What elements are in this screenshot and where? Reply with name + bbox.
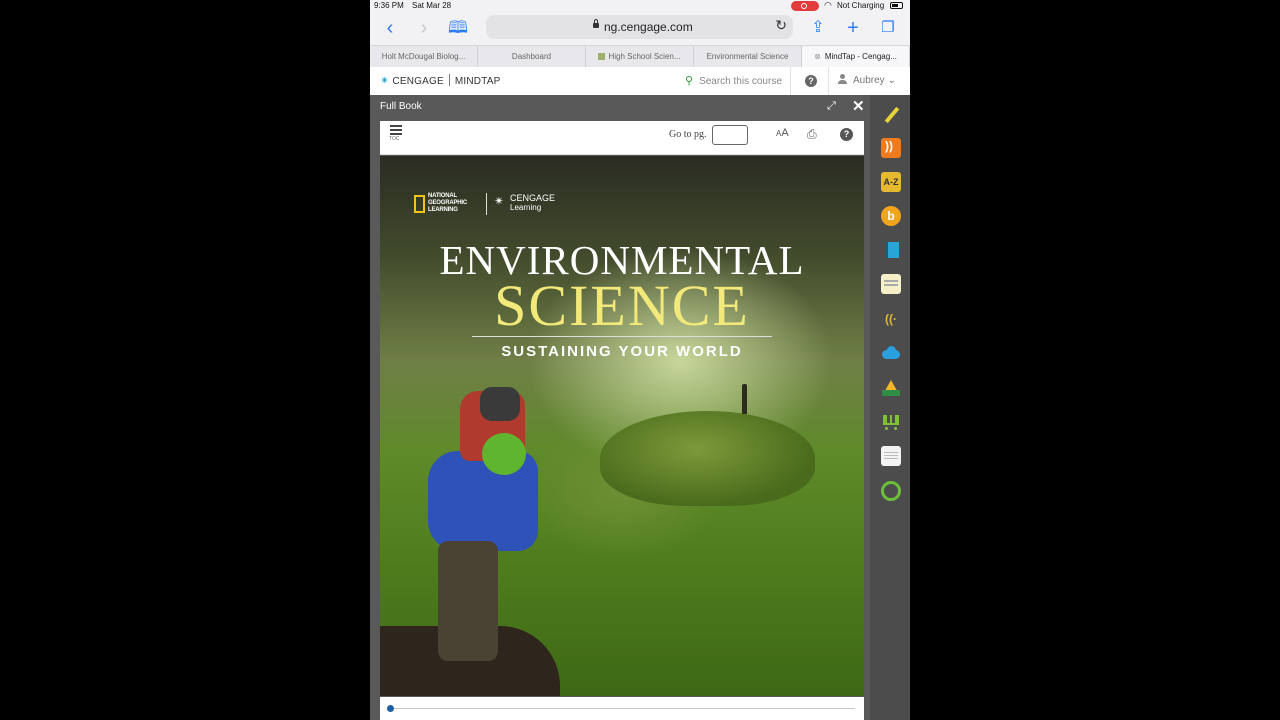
browser-toolbar: ‹ › 🕮 ng.cengage.com ↻ ⇪ + ❐ [370, 13, 910, 43]
cart-icon[interactable] [881, 412, 901, 432]
page-slider-track[interactable] [390, 708, 855, 709]
bookshare-b-icon[interactable]: b [881, 206, 901, 226]
collapse-icon[interactable]: ⤢ [827, 100, 836, 113]
app-dock: A-Z b ((· [870, 95, 910, 720]
cover-rock [600, 411, 815, 506]
wifi-icon: ◠ [824, 0, 832, 10]
search-icon: ⚲ [685, 75, 694, 87]
share-button[interactable]: ⇪ [806, 16, 830, 40]
toc-button[interactable]: TOC [389, 125, 405, 142]
publisher-cengage: CENGAGE Learning [510, 193, 556, 212]
browser-tabs: Holt McDougal Biolog... Dashboard High S… [370, 45, 910, 67]
mindtap-header: ✴ CENGAGE MINDTAP ⚲ Search this course ? Au… [370, 67, 910, 96]
google-drive-icon[interactable] [881, 378, 901, 398]
highlighter-pencil-icon[interactable] [881, 105, 901, 125]
tab-label: Dashboard [511, 52, 552, 61]
print-icon[interactable]: ⎙ [807, 127, 817, 142]
charging-status: Not Charging [837, 1, 885, 10]
chevron-right-icon: › [420, 17, 428, 39]
ebook-icon[interactable] [881, 240, 901, 260]
goto-page-input[interactable] [712, 125, 748, 145]
help-button[interactable]: ? [805, 75, 817, 87]
user-menu[interactable]: Aubrey ⌄ [838, 74, 896, 86]
tab-label: Environmental Science [706, 52, 789, 61]
user-name: Aubrey [853, 75, 885, 86]
book-cover-page: NATIONAL GEOGRAPHIC LEARNING ✴ CENGAGE L… [380, 156, 864, 696]
back-button[interactable]: ‹ [378, 16, 402, 40]
reader-title: Full Book [380, 101, 422, 112]
font-size-label: A [781, 127, 789, 139]
cengage-logo-icon: ✴ [494, 194, 505, 208]
cover-subtitle: SUSTAINING YOUR WORLD [501, 343, 743, 360]
close-tab-icon[interactable]: ⊗ [814, 52, 821, 61]
battery-icon [890, 2, 903, 9]
goto-page-label: Go to pg. [669, 129, 707, 140]
national-geographic-logo-icon [414, 195, 425, 213]
page-slider[interactable] [380, 697, 864, 720]
cover-hiker [420, 387, 540, 671]
cover-title-line2: SCIENCE [494, 273, 750, 338]
screen-recording-icon [791, 1, 819, 11]
tab-mindtap[interactable]: ⊗ MindTap - Cengag... [802, 46, 910, 67]
course-search[interactable]: ⚲ Search this course [685, 74, 782, 87]
cover-distant-figure [742, 384, 747, 414]
chevron-left-icon: ‹ [386, 17, 394, 39]
cover-rule [472, 336, 772, 337]
chevron-down-icon: ⌄ [887, 75, 896, 86]
close-icon[interactable]: ✕ [852, 97, 865, 115]
ebook-reader: Full Book ⤢ ✕ TOC Go to pg. AA ⎙ ? NATIO… [370, 95, 870, 720]
status-time: 9:36 PM [374, 1, 404, 10]
address-bar[interactable]: ng.cengage.com ↻ [486, 15, 793, 39]
page-slider-handle[interactable] [387, 705, 394, 712]
reader-toolbar: TOC Go to pg. AA ⎙ ? [380, 121, 864, 155]
read-speaker-icon[interactable]: ((· [881, 309, 901, 329]
favicon-icon [598, 53, 606, 60]
a-z-glossary-icon[interactable]: A-Z [881, 172, 901, 192]
list-icon [390, 125, 402, 135]
tab-holt-mcdougal[interactable]: Holt McDougal Biolog... [370, 46, 478, 67]
plus-icon: + [847, 17, 859, 39]
document-icon[interactable] [881, 446, 901, 466]
onedrive-cloud-icon[interactable] [881, 344, 901, 364]
product-name: MINDTAP [454, 76, 501, 87]
reload-icon[interactable]: ↻ [775, 17, 787, 34]
book-icon: 🕮 [447, 18, 469, 37]
status-bar: 9:36 PM Sat Mar 28 ◠ Not Charging [370, 0, 910, 13]
status-date: Sat Mar 28 [412, 1, 452, 10]
tab-label: Holt McDougal Biolog... [381, 52, 466, 61]
url-text: ng.cengage.com [604, 20, 693, 34]
new-tab-button[interactable]: + [841, 16, 865, 40]
tab-environmental-science[interactable]: Environmental Science [694, 46, 802, 67]
font-size-button[interactable]: AA [776, 127, 789, 139]
reader-help-icon[interactable]: ? [840, 128, 853, 141]
publisher-ng: NATIONAL GEOGRAPHIC LEARNING [428, 193, 468, 213]
tab-high-school-science[interactable]: High School Scien... [586, 46, 694, 67]
tab-overview-button[interactable]: ❐ [876, 16, 900, 40]
lock-icon [593, 19, 599, 28]
progress-ring-icon[interactable] [881, 481, 901, 501]
share-icon: ⇪ [811, 19, 825, 36]
cengage-mindtap-logo[interactable]: ✴ CENGAGE MINDTAP [380, 74, 501, 87]
toc-label: TOC [389, 136, 400, 142]
bookmarks-button[interactable]: 🕮 [446, 16, 470, 40]
tab-dashboard[interactable]: Dashboard [478, 46, 586, 67]
cengage-logo-icon: ✴ [380, 75, 390, 87]
ipad-screen: 9:36 PM Sat Mar 28 ◠ Not Charging ‹ › 🕮 … [370, 0, 910, 720]
user-avatar-icon [838, 74, 847, 84]
tab-label: MindTap - Cengag... [824, 52, 897, 61]
tabs-icon: ❐ [881, 19, 895, 36]
brand-name: CENGAGE [392, 76, 444, 87]
notes-icon[interactable] [881, 274, 901, 294]
forward-button[interactable]: › [412, 16, 436, 40]
tab-label: High School Scien... [608, 52, 681, 61]
search-placeholder: Search this course [699, 76, 782, 87]
rss-feed-icon[interactable] [881, 138, 901, 158]
